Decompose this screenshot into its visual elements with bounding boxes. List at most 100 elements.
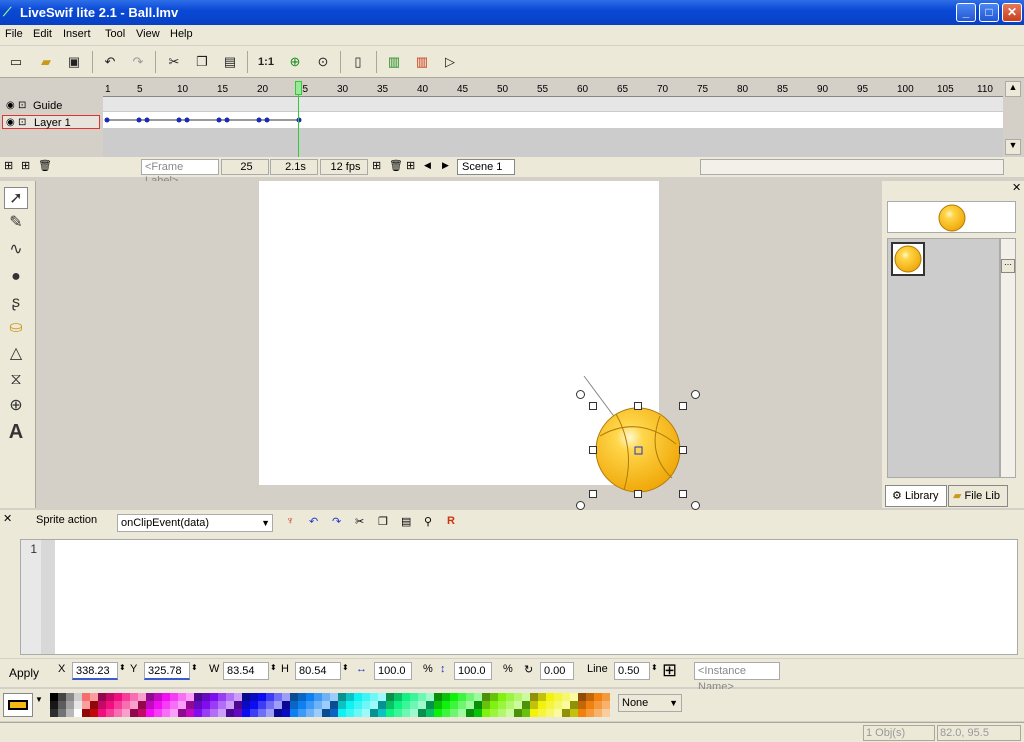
- y-field[interactable]: 325.78: [144, 662, 190, 680]
- color-swatch[interactable]: [458, 709, 466, 717]
- color-swatch[interactable]: [410, 701, 418, 709]
- redo-icon[interactable]: ↷: [332, 515, 341, 528]
- color-swatch[interactable]: [306, 693, 314, 701]
- color-swatch[interactable]: [602, 709, 610, 717]
- color-swatch[interactable]: [194, 693, 202, 701]
- resize-handle[interactable]: [589, 446, 597, 454]
- scene-edit-icon[interactable]: ⊞: [406, 159, 415, 172]
- color-swatch[interactable]: [530, 709, 538, 717]
- color-swatch[interactable]: [234, 709, 242, 717]
- color-swatch[interactable]: [490, 709, 498, 717]
- close-button[interactable]: ✕: [1002, 3, 1022, 22]
- timeline-scroll-down[interactable]: ▼: [1005, 139, 1021, 155]
- rotate-handle[interactable]: [576, 501, 585, 510]
- export-swf-icon[interactable]: ▥: [412, 52, 432, 72]
- color-swatch[interactable]: [130, 693, 138, 701]
- replace-icon[interactable]: R: [447, 515, 455, 527]
- swatch-grid[interactable]: [50, 693, 612, 717]
- zoom-fit-icon[interactable]: ⊙: [313, 52, 333, 72]
- maximize-button[interactable]: □: [979, 3, 999, 22]
- color-swatch[interactable]: [546, 693, 554, 701]
- color-swatch[interactable]: [298, 709, 306, 717]
- color-swatch[interactable]: [154, 693, 162, 701]
- insert-action-icon[interactable]: ♆: [286, 515, 294, 527]
- open-folder-icon[interactable]: ▰: [36, 52, 56, 72]
- eye-icon[interactable]: ◉: [6, 99, 15, 113]
- resize-handle[interactable]: [589, 490, 597, 498]
- color-swatch[interactable]: [314, 709, 322, 717]
- color-swatch[interactable]: [106, 693, 114, 701]
- color-swatch[interactable]: [266, 693, 274, 701]
- library-item-ball[interactable]: [891, 242, 925, 276]
- color-swatch[interactable]: [106, 701, 114, 709]
- color-swatch[interactable]: [378, 709, 386, 717]
- color-swatch[interactable]: [554, 701, 562, 709]
- color-swatch[interactable]: [330, 693, 338, 701]
- color-swatch[interactable]: [194, 701, 202, 709]
- apply-button[interactable]: Apply: [4, 663, 44, 683]
- undo-icon[interactable]: ↶: [100, 52, 120, 72]
- color-swatch[interactable]: [258, 701, 266, 709]
- color-swatch[interactable]: [594, 693, 602, 701]
- color-swatch[interactable]: [130, 709, 138, 717]
- scene-next-icon[interactable]: ▶: [442, 160, 449, 171]
- copy-icon[interactable]: ❐: [378, 515, 388, 528]
- color-swatch[interactable]: [362, 709, 370, 717]
- close-panel-icon[interactable]: ✕: [1012, 181, 1021, 194]
- layer-guide[interactable]: ◉ ⊡ Guide: [2, 99, 100, 113]
- color-swatch[interactable]: [402, 693, 410, 701]
- color-swatch[interactable]: [250, 709, 258, 717]
- color-swatch[interactable]: [122, 693, 130, 701]
- tab-library[interactable]: ⚙ Library: [885, 485, 947, 507]
- color-swatch[interactable]: [426, 701, 434, 709]
- color-swatch[interactable]: [522, 701, 530, 709]
- color-swatch[interactable]: [226, 693, 234, 701]
- color-swatch[interactable]: [218, 709, 226, 717]
- color-swatch[interactable]: [218, 701, 226, 709]
- color-swatch[interactable]: [514, 701, 522, 709]
- color-swatch[interactable]: [66, 693, 74, 701]
- x-field[interactable]: 338.23: [72, 662, 118, 680]
- color-swatch[interactable]: [258, 709, 266, 717]
- color-swatch[interactable]: [570, 693, 578, 701]
- color-swatch[interactable]: [442, 701, 450, 709]
- color-swatch[interactable]: [338, 709, 346, 717]
- color-swatch[interactable]: [410, 693, 418, 701]
- scene-tab[interactable]: Scene 1: [457, 159, 515, 175]
- color-swatch[interactable]: [498, 701, 506, 709]
- h-field[interactable]: 80.54: [295, 662, 341, 680]
- color-swatch[interactable]: [138, 709, 146, 717]
- color-swatch[interactable]: [90, 709, 98, 717]
- fps-field[interactable]: 12 fps: [320, 159, 368, 175]
- color-swatch[interactable]: [346, 701, 354, 709]
- w-field[interactable]: 83.54: [223, 662, 269, 680]
- color-swatch[interactable]: [98, 701, 106, 709]
- copy-icon[interactable]: ❐: [192, 52, 212, 72]
- menu-insert[interactable]: Insert: [63, 28, 91, 40]
- color-swatch[interactable]: [506, 709, 514, 717]
- color-swatch[interactable]: [578, 709, 586, 717]
- lock-icon[interactable]: ⊡: [18, 99, 26, 113]
- color-swatch[interactable]: [514, 693, 522, 701]
- color-swatch[interactable]: [74, 709, 82, 717]
- color-swatch[interactable]: [442, 709, 450, 717]
- color-swatch[interactable]: [418, 693, 426, 701]
- color-swatch[interactable]: [378, 701, 386, 709]
- color-swatch[interactable]: [370, 701, 378, 709]
- zoom-tool-icon[interactable]: ⊕: [4, 395, 28, 417]
- color-swatch[interactable]: [346, 709, 354, 717]
- color-swatch[interactable]: [282, 709, 290, 717]
- keyframe-track[interactable]: [103, 112, 1003, 128]
- color-swatch[interactable]: [458, 701, 466, 709]
- color-swatch[interactable]: [386, 709, 394, 717]
- color-swatch[interactable]: [282, 701, 290, 709]
- color-swatch[interactable]: [66, 709, 74, 717]
- color-swatch[interactable]: [274, 709, 282, 717]
- color-swatch[interactable]: [210, 709, 218, 717]
- color-swatch[interactable]: [594, 701, 602, 709]
- resize-handle[interactable]: [634, 402, 642, 410]
- color-swatch[interactable]: [202, 709, 210, 717]
- color-swatch[interactable]: [498, 693, 506, 701]
- color-swatch[interactable]: [298, 701, 306, 709]
- color-swatch[interactable]: [394, 709, 402, 717]
